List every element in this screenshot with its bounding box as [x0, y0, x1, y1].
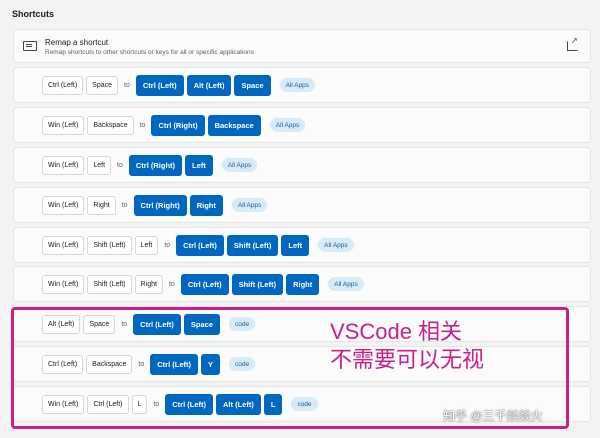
- remap-shortcut-card[interactable]: Remap a shortcut Remap shortcuts to othe…: [13, 29, 591, 63]
- target-key: Backspace: [207, 114, 261, 136]
- shortcut-row[interactable]: Win (Left) Left to Ctrl (Right) Left All Apps: [13, 147, 591, 183]
- shortcut-row-content: Win (Left) Right to Ctrl (Right) Right All Ap…: [14, 188, 590, 222]
- shortcut-row-content: Win (Left) Shift (Left) Right to Ctrl (Left)…: [14, 267, 590, 301]
- target-key: Ctrl (Left): [150, 353, 199, 375]
- app-badge: code: [229, 317, 256, 331]
- to-label: to: [164, 241, 171, 249]
- remap-subtitle: Remap shortcuts to other shortcuts or ke…: [45, 49, 254, 56]
- annotation-line-2: 不需要可以无视: [330, 347, 485, 372]
- annotation-overlay: VSCode 相关 不需要可以无视: [330, 318, 484, 374]
- target-key: Right: [286, 273, 320, 295]
- target-key: L: [263, 393, 283, 415]
- to-label: to: [121, 201, 128, 209]
- section-title: Shortcuts: [12, 9, 55, 19]
- target-key: Ctrl (Right): [151, 114, 205, 136]
- shortcut-row-content: Ctrl (Left) Backspace to Ctrl (Left) Ycode: [14, 347, 590, 381]
- to-label: to: [138, 360, 145, 368]
- source-key: Alt (Left): [42, 314, 81, 334]
- source-key: Win (Left): [42, 394, 85, 414]
- app-badge: All Apps: [279, 78, 316, 92]
- source-key: Win (Left): [42, 274, 85, 294]
- source-key: Ctrl (Left): [42, 75, 84, 95]
- shortcut-row[interactable]: Ctrl (Left) Space to Ctrl (Left) Alt (Left) S…: [13, 67, 591, 103]
- source-key: Ctrl (Left): [87, 394, 129, 414]
- app-badge: All Apps: [221, 158, 258, 172]
- target-key: Shift (Left): [226, 234, 279, 256]
- target-key: Space: [234, 74, 271, 96]
- target-key: Y: [201, 353, 221, 375]
- target-key: Ctrl (Right): [133, 194, 187, 216]
- target-key: Alt (Left): [186, 74, 232, 96]
- source-key: Space: [83, 314, 116, 334]
- source-key: L: [131, 394, 148, 414]
- source-key: Backspace: [87, 115, 134, 135]
- to-label: to: [121, 320, 128, 328]
- to-label: to: [117, 161, 123, 169]
- target-key: Ctrl (Left): [165, 393, 214, 415]
- remap-title: Remap a shortcut: [45, 38, 109, 47]
- to-label: to: [168, 280, 175, 288]
- app-badge: code: [229, 357, 256, 371]
- watermark: 知乎 @三千燚燚火: [443, 409, 543, 423]
- target-key: Shift (Left): [231, 273, 284, 295]
- shortcut-row[interactable]: Win (Left) Shift (Left) Right to Ctrl (Left)…: [13, 266, 591, 302]
- source-key: Win (Left): [42, 115, 85, 135]
- source-key: Shift (Left): [87, 274, 132, 294]
- app-badge: All Apps: [318, 238, 354, 252]
- source-key: Win (Left): [42, 155, 85, 175]
- target-key: Ctrl (Left): [176, 234, 224, 256]
- source-key: Shift (Left): [87, 235, 132, 255]
- source-key: Left: [87, 155, 112, 175]
- target-key: Ctrl (Left): [135, 74, 184, 96]
- source-key: Win (Left): [42, 195, 85, 215]
- shortcut-row[interactable]: Win (Left) Right to Ctrl (Right) Right All Ap…: [13, 187, 591, 223]
- shortcut-row-content: Ctrl (Left) Space to Ctrl (Left) Alt (Left) S…: [14, 68, 590, 102]
- target-key: Left: [281, 234, 310, 256]
- app-badge: All Apps: [328, 277, 364, 291]
- shortcut-row[interactable]: Ctrl (Left) Backspace to Ctrl (Left) Ycode: [13, 346, 591, 382]
- target-key: Ctrl (Left): [180, 273, 229, 295]
- shortcut-row[interactable]: Win (Left) Shift (Left) Left to Ctrl (Left) S…: [13, 227, 591, 263]
- to-label: to: [153, 400, 160, 408]
- to-label: to: [139, 121, 146, 129]
- target-key: Right: [189, 194, 223, 216]
- target-key: Left: [185, 154, 213, 176]
- shortcut-row[interactable]: Win (Left) Backspace to Ctrl (Right) Backspa…: [13, 107, 591, 143]
- shortcut-row-content: Win (Left) Shift (Left) Left to Ctrl (Left) S…: [14, 228, 590, 262]
- to-label: to: [124, 81, 130, 89]
- annotation-line-1: VSCode 相关: [330, 319, 463, 344]
- source-key: Right: [134, 274, 163, 294]
- app-badge: All Apps: [269, 118, 306, 132]
- target-key: Ctrl (Right): [128, 154, 183, 176]
- source-key: Left: [134, 235, 159, 255]
- open-external-icon[interactable]: [567, 36, 578, 51]
- target-key: Alt (Left): [216, 393, 261, 415]
- source-key: Space: [86, 75, 119, 95]
- shortcut-row-content: Win (Left) Backspace to Ctrl (Right) Backspa…: [14, 108, 590, 142]
- shortcut-row[interactable]: Alt (Left) Space to Ctrl (Left) Space code: [13, 306, 591, 342]
- source-key: Win (Left): [42, 235, 85, 255]
- keyboard-icon: [23, 41, 37, 51]
- source-key: Backspace: [86, 354, 133, 374]
- shortcut-row-content: Alt (Left) Space to Ctrl (Left) Space code: [14, 307, 590, 341]
- target-key: Space: [183, 313, 221, 335]
- source-key: Ctrl (Left): [42, 354, 84, 374]
- source-key: Right: [87, 195, 116, 215]
- target-key: Ctrl (Left): [133, 313, 181, 335]
- shortcut-row-content: Win (Left) Left to Ctrl (Right) Left All Apps: [14, 148, 590, 182]
- app-badge: All Apps: [231, 198, 268, 212]
- app-badge: code: [291, 397, 318, 411]
